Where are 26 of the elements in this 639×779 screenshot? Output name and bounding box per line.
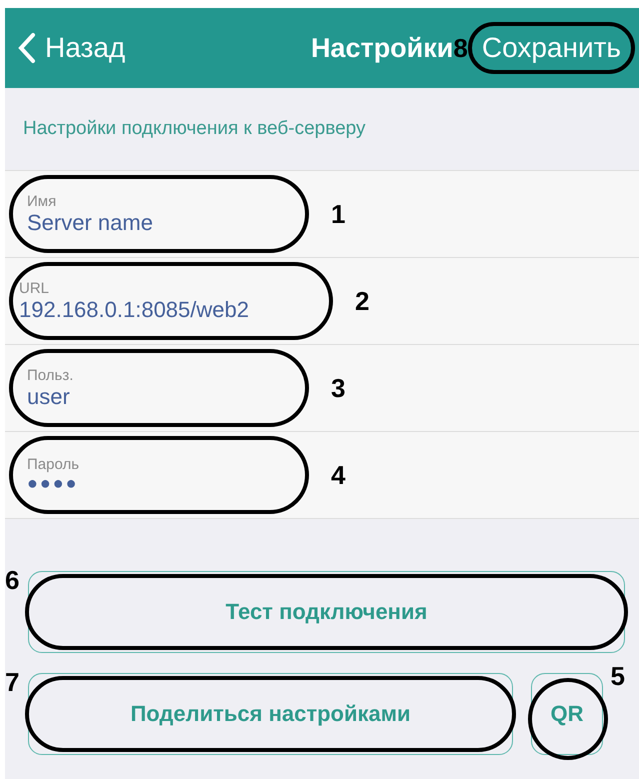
input-field[interactable]: URL 192.168.0.1:8085/web2 bbox=[9, 262, 333, 340]
save-button[interactable]: Сохранить bbox=[468, 22, 635, 74]
screen-title: Настройки bbox=[310, 32, 454, 64]
callout-number: 1 bbox=[331, 201, 346, 227]
field-label: Пароль bbox=[27, 456, 80, 473]
field-label: URL bbox=[19, 280, 50, 296]
input-field[interactable]: Польз. user bbox=[9, 349, 309, 427]
back-button[interactable]: Назад bbox=[17, 32, 126, 64]
callout-number: 8 bbox=[453, 35, 468, 61]
callout-number: 5 bbox=[610, 663, 625, 689]
share-settings-button[interactable]: Поделиться настройками bbox=[28, 673, 513, 755]
callout-number: 2 bbox=[355, 288, 370, 314]
field-value: 192.168.0.1:8085/web2 bbox=[19, 296, 250, 322]
chevron-left-icon bbox=[17, 32, 37, 64]
callout-number: 6 bbox=[5, 567, 20, 593]
callout-number: 3 bbox=[331, 375, 346, 401]
field-label: Польз. bbox=[27, 366, 74, 384]
password-dots: ●●●● bbox=[27, 473, 80, 494]
test-connection-button[interactable]: Тест подключения bbox=[28, 571, 625, 653]
input-field[interactable]: Имя Server name bbox=[9, 175, 309, 253]
field-value: Server name bbox=[27, 210, 154, 236]
callout-number: 7 bbox=[5, 669, 20, 695]
input-field[interactable]: Пароль ●●●● bbox=[9, 436, 309, 514]
callout-number: 4 bbox=[331, 462, 346, 488]
field-label: Имя bbox=[27, 192, 58, 210]
field-value: user bbox=[27, 384, 71, 410]
